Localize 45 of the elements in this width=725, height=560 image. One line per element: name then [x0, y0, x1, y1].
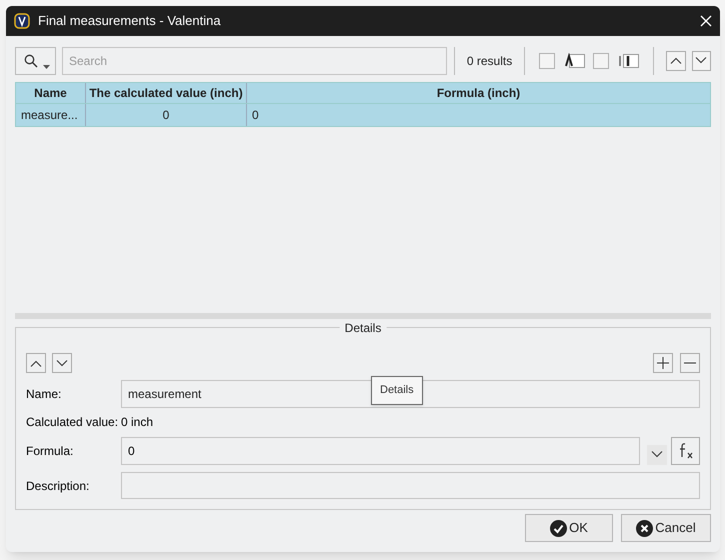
cancel-button[interactable]: Cancel	[621, 514, 711, 542]
results-count: 0 results	[466, 52, 514, 70]
remove-button[interactable]	[680, 353, 700, 373]
function-wizard-button[interactable]	[671, 436, 700, 464]
chevron-down-icon	[651, 451, 663, 458]
table-cell: 0	[86, 104, 247, 126]
checkbox[interactable]	[593, 52, 610, 68]
chevron-up-icon	[670, 57, 682, 64]
dropdown-arrow-icon	[42, 64, 50, 68]
search-options-button[interactable]	[15, 46, 56, 74]
calculated-value: 0 inch	[121, 414, 154, 431]
app-logo-icon	[14, 13, 30, 29]
ok-button[interactable]: OK	[525, 514, 613, 542]
column-header[interactable]: Formula (inch)	[247, 83, 710, 103]
formula-field[interactable]: 0	[121, 436, 640, 464]
search-icon	[24, 54, 38, 68]
window-title: Final measurements - Valentina	[38, 12, 222, 30]
chevron-down-icon	[56, 360, 68, 366]
field-label: Calculated value:	[26, 414, 120, 431]
table-row[interactable]: measure... 0 0	[15, 104, 711, 127]
previous-button[interactable]	[666, 50, 686, 70]
column-header[interactable]: The calculated value (inch)	[86, 83, 247, 103]
add-button[interactable]	[653, 353, 673, 373]
close-icon	[636, 520, 654, 536]
table-cell-text: 0	[251, 107, 260, 124]
field-label: Formula:	[26, 442, 74, 460]
match-case-icon	[563, 52, 586, 68]
next-button[interactable]	[692, 50, 712, 70]
tooltip: Details	[371, 376, 423, 404]
move-down-button[interactable]	[52, 353, 72, 373]
search-field[interactable]: Search	[62, 46, 447, 74]
plus-icon	[657, 357, 669, 369]
table-cell: measure...	[16, 104, 86, 126]
column-header[interactable]: Name	[16, 83, 86, 103]
checkbox[interactable]	[539, 52, 556, 68]
whole-word-icon	[617, 52, 640, 68]
checkmark-icon	[550, 520, 568, 536]
expand-button[interactable]	[647, 444, 667, 464]
chevron-down-icon	[695, 57, 708, 64]
description-field[interactable]	[121, 472, 700, 499]
move-up-button[interactable]	[26, 353, 46, 373]
chevron-up-icon	[30, 360, 42, 366]
close-icon[interactable]	[700, 15, 712, 27]
field-label: Name:	[26, 386, 62, 403]
field-label: Description:	[26, 478, 90, 494]
